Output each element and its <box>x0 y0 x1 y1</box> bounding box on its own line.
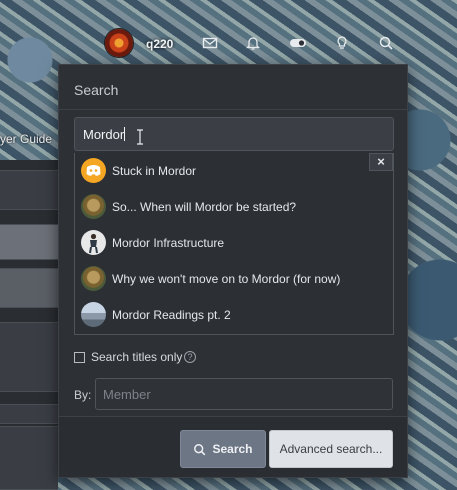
person-avatar <box>81 230 106 255</box>
by-label: By: <box>74 388 92 402</box>
close-suggestions-button[interactable]: × <box>369 153 393 171</box>
divider <box>59 109 407 110</box>
panel-title: Search <box>74 82 119 98</box>
top-navigation-bar: q220 <box>100 26 457 62</box>
advanced-search-button[interactable]: Advanced search... <box>269 430 393 468</box>
search-button[interactable]: Search <box>180 430 266 468</box>
left-column-block <box>0 322 58 392</box>
search-icon[interactable] <box>378 35 394 51</box>
suggestion-item[interactable]: Stuck in Mordor <box>75 153 393 189</box>
owl-avatar <box>81 266 106 291</box>
discord-avatar <box>81 158 106 183</box>
suggestion-label: Why we won't move on to Mordor (for now) <box>112 272 341 286</box>
suggestion-item[interactable]: Mordor Readings pt. 2 <box>75 297 393 333</box>
suggestion-label: So... When will Mordor be started? <box>112 200 297 214</box>
suggestion-label: Mordor Infrastructure <box>112 236 225 250</box>
person-figure-icon <box>89 233 98 254</box>
suggestion-item[interactable]: Mordor Infrastructure <box>75 225 393 261</box>
user-avatar[interactable] <box>105 29 133 57</box>
titles-only-checkbox[interactable] <box>74 352 85 363</box>
left-column-block <box>0 224 58 260</box>
guide-link-text[interactable]: yer Guide <box>0 132 52 146</box>
left-column-block <box>0 426 58 490</box>
suggestion-label: Mordor Readings pt. 2 <box>112 308 231 322</box>
discord-icon <box>86 165 101 176</box>
toggle-icon[interactable] <box>289 35 307 51</box>
titles-only-label[interactable]: Search titles only <box>91 350 182 364</box>
mail-icon[interactable] <box>202 35 218 51</box>
member-input[interactable] <box>95 378 393 410</box>
left-column-block <box>0 268 58 308</box>
lightbulb-icon[interactable] <box>334 35 350 51</box>
search-button-label: Search <box>212 442 253 456</box>
autocomplete-dropdown: Stuck in Mordor So... When will Mordor b… <box>74 153 394 335</box>
search-icon <box>194 443 206 455</box>
landscape-avatar <box>81 302 106 327</box>
left-column-block <box>0 404 58 424</box>
suggestion-label: Stuck in Mordor <box>112 164 197 178</box>
advanced-search-label: Advanced search... <box>279 442 383 456</box>
left-column-block <box>0 170 58 210</box>
ibeam-cursor-icon <box>137 129 143 145</box>
search-input[interactable]: Mordor <box>74 117 394 151</box>
search-popup-panel: Search Mordor Stuck in Mordor So... When… <box>58 64 408 478</box>
owl-avatar <box>81 194 106 219</box>
suggestion-item[interactable]: So... When will Mordor be started? <box>75 189 393 225</box>
username-link[interactable]: q220 <box>146 37 173 51</box>
text-caret <box>124 127 126 141</box>
suggestion-item[interactable]: Why we won't move on to Mordor (for now) <box>75 261 393 297</box>
search-query-text: Mordor <box>83 127 125 142</box>
help-icon[interactable]: ? <box>184 351 196 363</box>
bell-icon[interactable] <box>245 35 261 51</box>
